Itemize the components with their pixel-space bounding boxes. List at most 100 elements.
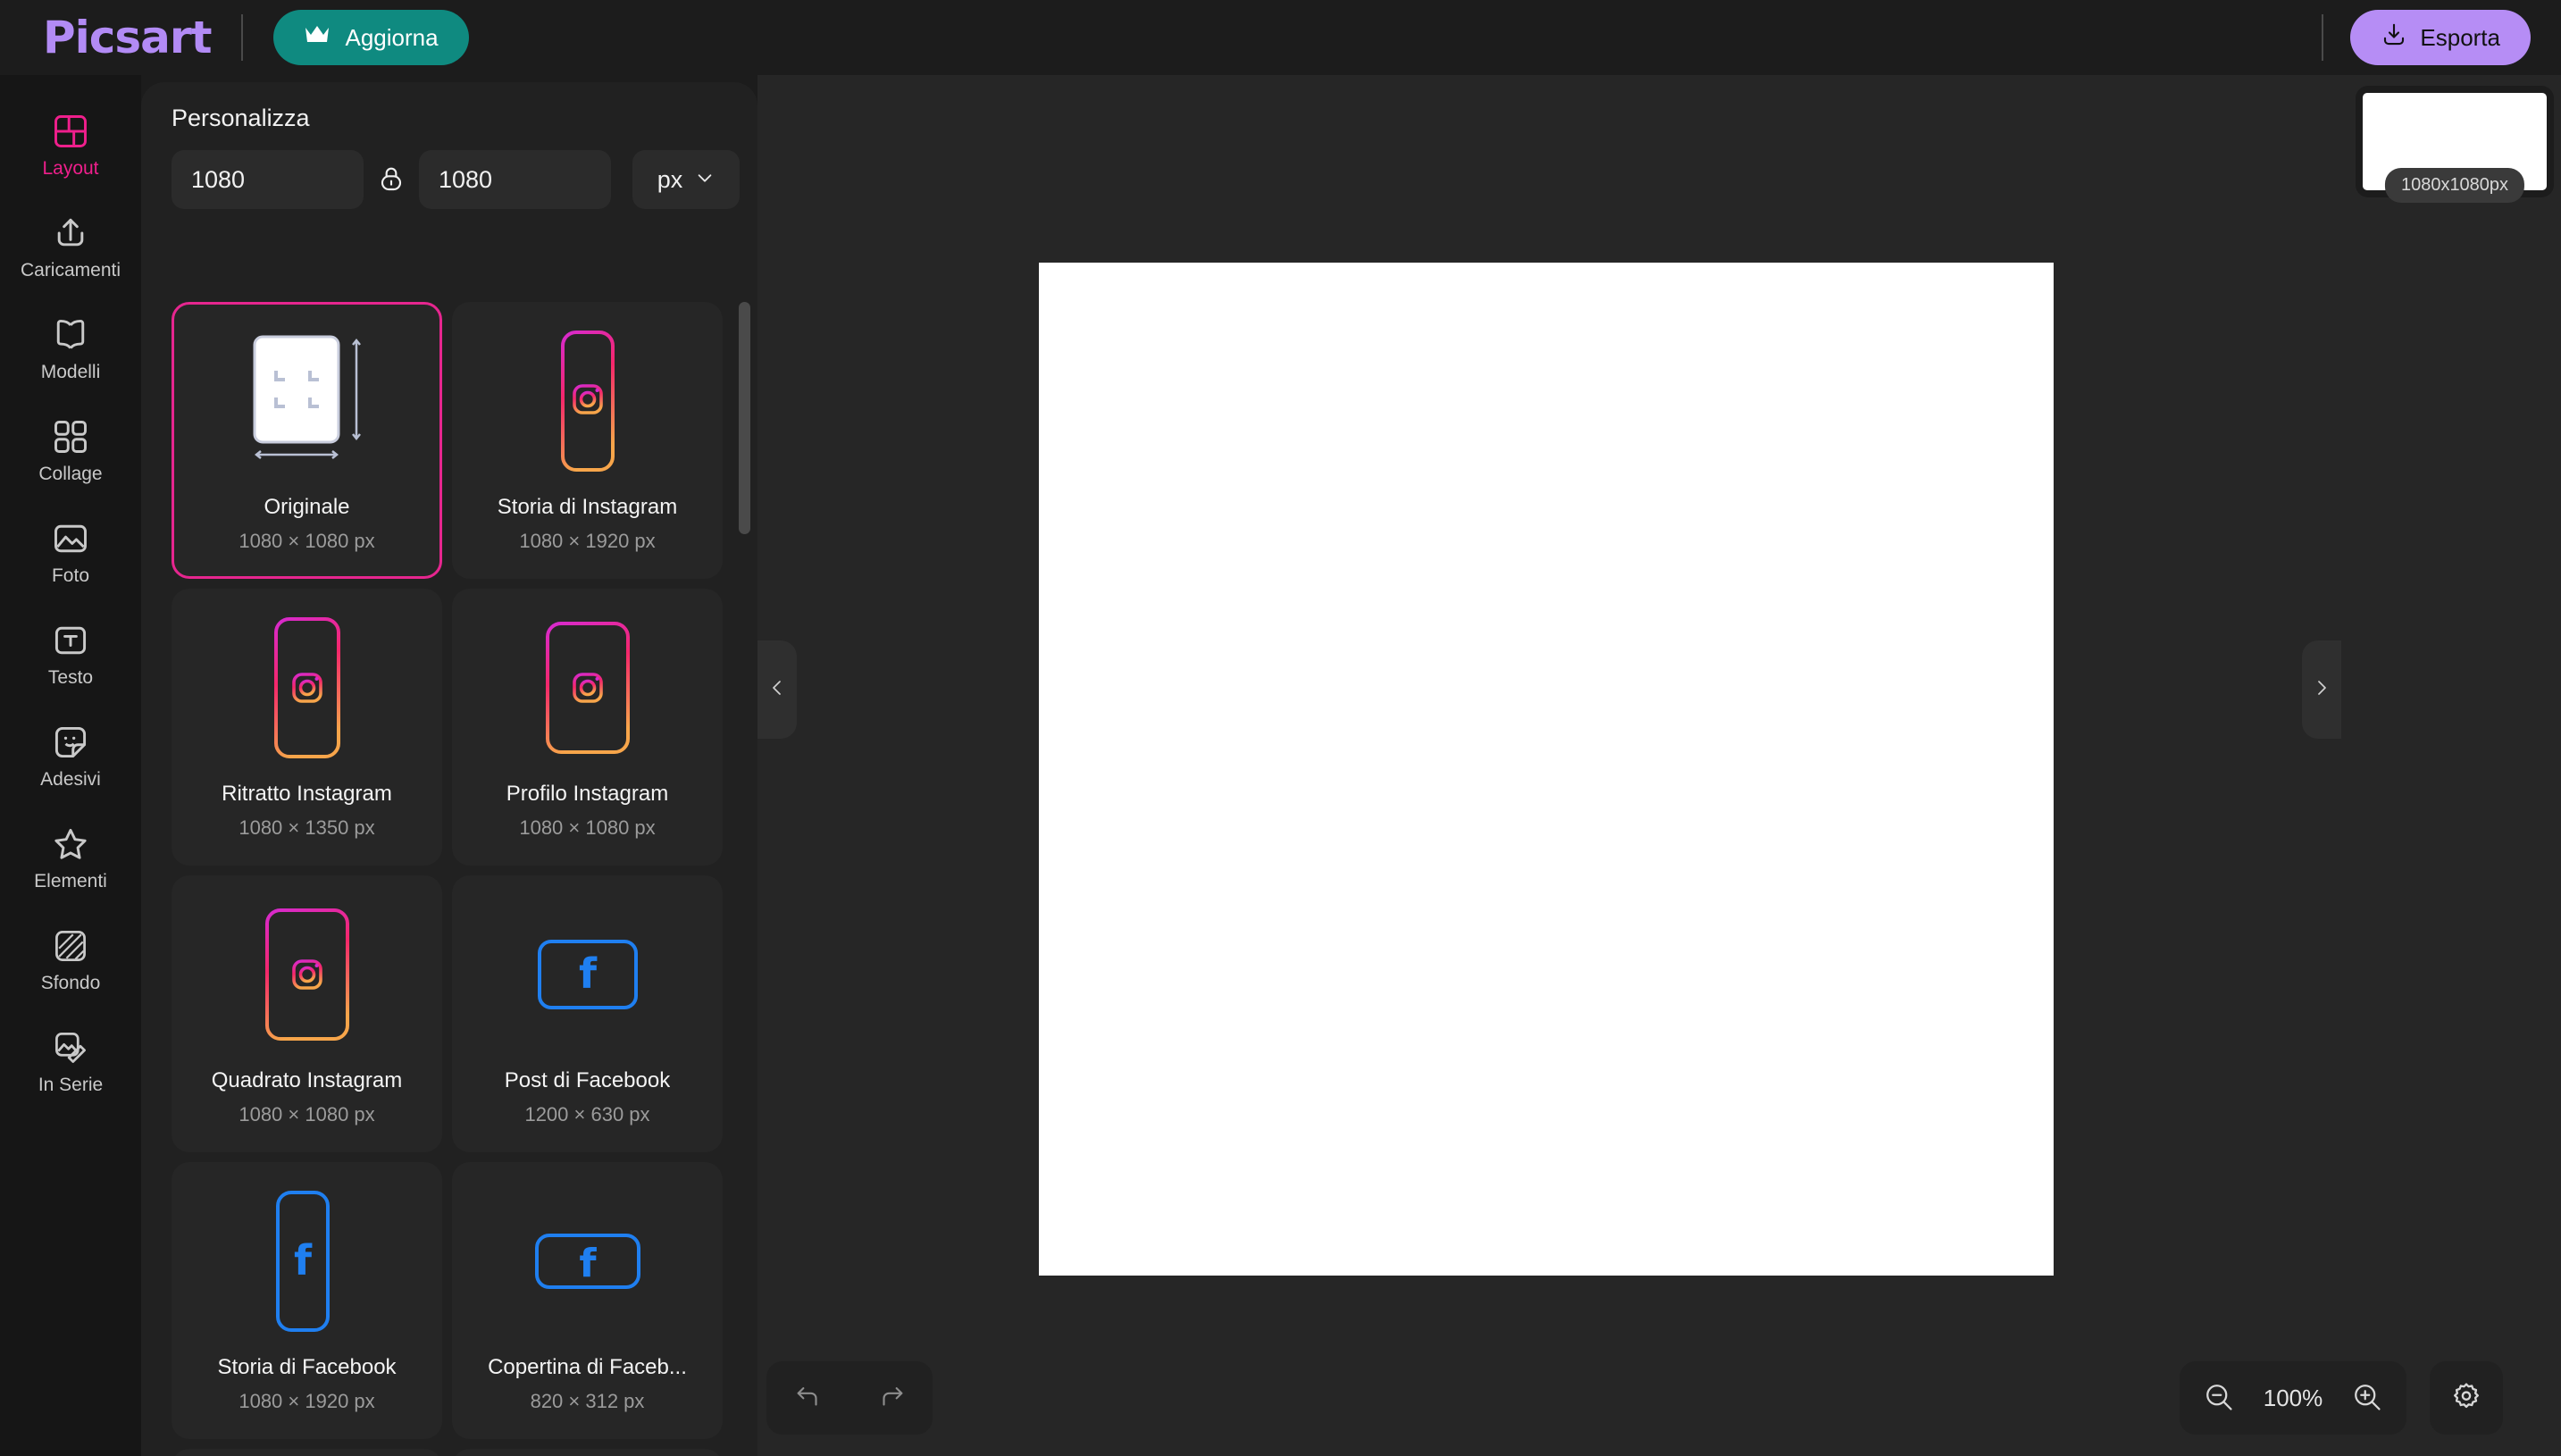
preset-card-profilo-instagram[interactable]: Profilo Instagram 1080 × 1080 px xyxy=(452,589,723,866)
sticker-icon xyxy=(51,723,90,762)
export-label: Esporta xyxy=(2420,23,2500,51)
preset-card-partial-2[interactable]: f xyxy=(452,1449,723,1456)
thumbnail-size-badge: 1080x1080px xyxy=(2384,168,2525,203)
zoom-out-button[interactable] xyxy=(2203,1381,2235,1416)
preset-grid[interactable]: Originale 1080 × 1080 px Storia di Insta… xyxy=(141,302,757,1456)
svg-text:f: f xyxy=(579,1241,597,1286)
zoom-controls: 100% xyxy=(2180,1361,2406,1435)
preset-art-ig-square xyxy=(174,878,439,1070)
preset-dim: 1080 × 1920 px xyxy=(239,1390,375,1412)
collapse-right-panel-button[interactable] xyxy=(2302,640,2341,739)
svg-text:f: f xyxy=(578,950,597,998)
redo-icon xyxy=(876,1382,907,1415)
sidebar-item-label: Modelli xyxy=(40,362,101,382)
svg-text:f: f xyxy=(293,1236,312,1284)
sidebar-item-testo[interactable]: Testo xyxy=(8,607,133,700)
sidebar-item-label: Layout xyxy=(42,158,99,179)
layout-icon xyxy=(51,112,90,151)
sidebar-item-adesivi[interactable]: Adesivi xyxy=(8,709,133,802)
sidebar-item-layout[interactable]: Layout xyxy=(8,98,133,191)
text-icon xyxy=(51,621,90,660)
chevron-left-icon xyxy=(766,677,788,703)
lock-icon xyxy=(377,164,406,196)
aspect-lock-button[interactable] xyxy=(364,150,419,209)
canvas-stage[interactable] xyxy=(757,75,2561,1456)
chevron-down-icon xyxy=(695,166,715,194)
preset-art-original xyxy=(174,305,439,497)
preset-card-ritratto-instagram[interactable]: Ritratto Instagram 1080 × 1350 px xyxy=(172,589,442,866)
undo-button[interactable] xyxy=(793,1382,824,1415)
preset-art-fb-cover: f xyxy=(455,1165,720,1357)
preset-card-storia-instagram[interactable]: Storia di Instagram 1080 × 1920 px xyxy=(452,302,723,579)
sidebar-item-label: Testo xyxy=(47,667,94,688)
download-icon xyxy=(2381,21,2407,54)
preset-name: Copertina di Faceb... xyxy=(488,1357,687,1378)
settings-button[interactable] xyxy=(2430,1361,2503,1435)
export-button[interactable]: Esporta xyxy=(2350,10,2531,65)
artboard[interactable] xyxy=(1039,263,2054,1276)
sidebar-item-label: Sfondo xyxy=(40,973,101,993)
panel-scrollbar[interactable] xyxy=(739,302,750,534)
photo-icon xyxy=(51,519,90,558)
top-bar: Picsart Aggiorna Esporta xyxy=(0,0,2561,75)
preset-name: Storia di Instagram xyxy=(497,497,678,518)
sidebar-item-label: Elementi xyxy=(34,871,107,891)
sidebar-item-caricamenti[interactable]: Caricamenti xyxy=(8,200,133,293)
preset-card-partial-1[interactable]: f xyxy=(172,1449,442,1456)
app-logo[interactable]: Picsart xyxy=(43,15,212,60)
preset-art-ig-square xyxy=(455,591,720,783)
chevron-right-icon xyxy=(2311,677,2332,703)
upgrade-button[interactable]: Aggiorna xyxy=(273,10,469,65)
sidebar-item-in-serie[interactable]: In Serie xyxy=(8,1015,133,1108)
preset-name: Profilo Instagram xyxy=(506,783,669,805)
sidebar-item-sfondo[interactable]: Sfondo xyxy=(8,913,133,1006)
background-icon xyxy=(51,926,90,966)
preset-art-fb-portrait: f xyxy=(174,1165,439,1357)
preset-art-ig-portrait xyxy=(455,305,720,497)
preset-dim: 1080 × 1080 px xyxy=(519,816,656,839)
layout-panel: Personalizza px xyxy=(141,82,757,1456)
templates-icon xyxy=(51,315,90,355)
gear-icon xyxy=(2449,1379,2483,1418)
preset-card-post-facebook[interactable]: f Post di Facebook 1200 × 630 px xyxy=(452,875,723,1152)
left-sidebar: Layout Caricamenti Modelli Collage Foto … xyxy=(0,75,141,1456)
preset-art-fb-wide: f xyxy=(174,1452,439,1456)
preset-name: Originale xyxy=(264,497,350,518)
sidebar-item-elementi[interactable]: Elementi xyxy=(8,811,133,904)
panel-title: Personalizza xyxy=(172,105,310,131)
redo-button[interactable] xyxy=(876,1382,907,1415)
page-thumbnail[interactable]: 1080x1080px xyxy=(2363,93,2547,203)
undo-icon xyxy=(793,1382,824,1415)
unit-select[interactable]: px xyxy=(632,150,740,209)
history-controls xyxy=(766,1361,933,1435)
width-input[interactable] xyxy=(172,150,364,209)
sidebar-item-modelli[interactable]: Modelli xyxy=(8,302,133,395)
preset-card-originale[interactable]: Originale 1080 × 1080 px xyxy=(172,302,442,579)
collapse-left-panel-button[interactable] xyxy=(757,640,797,739)
sidebar-item-label: Adesivi xyxy=(40,769,101,790)
height-input[interactable] xyxy=(419,150,611,209)
preset-art-ig-tall xyxy=(174,591,439,783)
sidebar-item-label: Collage xyxy=(38,464,103,484)
preset-card-quadrato-instagram[interactable]: Quadrato Instagram 1080 × 1080 px xyxy=(172,875,442,1152)
unit-value: px xyxy=(657,165,683,193)
preset-art-fb-wide: f xyxy=(455,878,720,1070)
size-controls: px xyxy=(172,150,740,209)
upload-icon xyxy=(51,213,90,253)
divider-right xyxy=(2322,14,2324,61)
collage-icon xyxy=(51,417,90,456)
preset-card-storia-facebook[interactable]: f Storia di Facebook 1080 × 1920 px xyxy=(172,1162,442,1439)
zoom-out-icon xyxy=(2203,1381,2235,1416)
star-icon xyxy=(51,824,90,864)
sidebar-item-label: Caricamenti xyxy=(20,260,121,280)
upgrade-label: Aggiorna xyxy=(345,23,439,51)
sidebar-item-foto[interactable]: Foto xyxy=(8,506,133,598)
preset-card-copertina-facebook[interactable]: f Copertina di Faceb... 820 × 312 px xyxy=(452,1162,723,1439)
preset-dim: 1080 × 1080 px xyxy=(239,530,375,552)
page-thumbnail-panel[interactable]: 1080x1080px xyxy=(2356,86,2554,203)
zoom-in-button[interactable] xyxy=(2351,1381,2383,1416)
preset-dim: 1080 × 1080 px xyxy=(239,1103,375,1125)
zoom-level[interactable]: 100% xyxy=(2258,1385,2328,1412)
preset-name: Storia di Facebook xyxy=(217,1357,397,1378)
sidebar-item-collage[interactable]: Collage xyxy=(8,404,133,497)
